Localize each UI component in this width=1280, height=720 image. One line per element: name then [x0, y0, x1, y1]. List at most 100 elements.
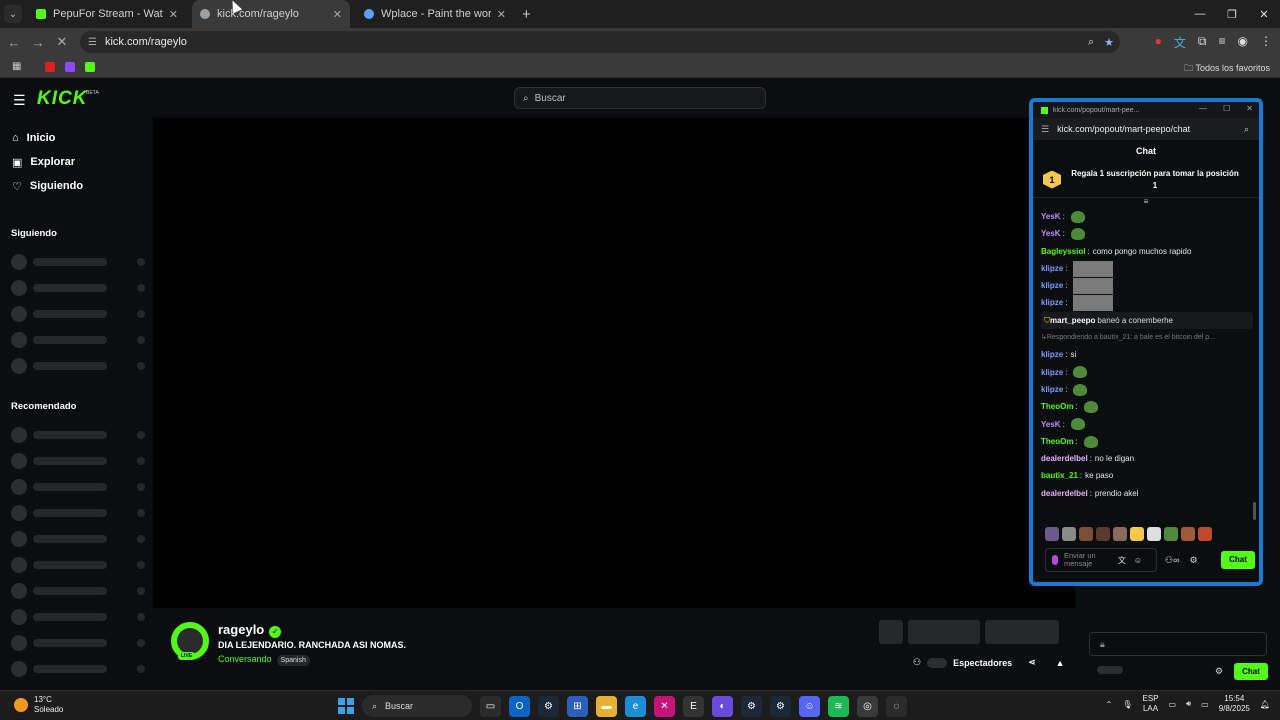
- chat-username[interactable]: klipze: [1041, 277, 1063, 294]
- emote-icon[interactable]: [1113, 527, 1127, 541]
- chat-message[interactable]: klipze:: [1041, 381, 1253, 398]
- blurred-image[interactable]: [1073, 295, 1114, 312]
- nav-following[interactable]: ♡ Siguiendo: [12, 174, 140, 198]
- page-chat-input[interactable]: 🔒︎: [1089, 632, 1267, 656]
- emote-icon[interactable]: [1198, 527, 1212, 541]
- points-infinity-icon[interactable]: ⚇∞: [1165, 555, 1179, 566]
- obs-icon[interactable]: ◌: [886, 695, 907, 717]
- language-indicator[interactable]: ESP LAA: [1143, 694, 1159, 714]
- kick-bookmark-icon[interactable]: [85, 61, 96, 72]
- tab-pepufor[interactable]: PepuFor Stream - Watch Live o ✕: [28, 0, 186, 28]
- popout-url-bar[interactable]: ☰ kick.com/popout/mart-peepo/chat ⌕: [1033, 118, 1259, 140]
- close-window-icon[interactable]: ✕: [1248, 0, 1280, 28]
- search-input[interactable]: ⌕ Buscar: [514, 87, 766, 109]
- epic-games-icon[interactable]: E: [683, 695, 704, 717]
- translate-extension-icon[interactable]: 文: [1174, 34, 1186, 51]
- youtube-bookmark-icon[interactable]: [45, 61, 56, 72]
- maximize-icon[interactable]: ☐: [1223, 104, 1230, 113]
- chrome-icon[interactable]: ◎: [857, 695, 878, 717]
- copilot-icon[interactable]: ◐: [712, 695, 733, 717]
- chat-username[interactable]: TheoOm: [1041, 433, 1073, 450]
- zoom-search-icon[interactable]: ⌕: [1088, 36, 1094, 49]
- chat-message[interactable]: klipze:: [1041, 364, 1253, 381]
- page-chat-button[interactable]: Chat: [1234, 663, 1268, 680]
- store-icon[interactable]: ⊞: [567, 695, 588, 717]
- tab-kick-rageylo[interactable]: kick.com/rageylo ✕: [192, 0, 350, 28]
- file-explorer-icon[interactable]: ▬: [596, 695, 617, 717]
- task-view-icon[interactable]: ▭: [480, 695, 501, 717]
- chat-message[interactable]: bautix_21: ke paso: [1041, 467, 1253, 484]
- chat-message[interactable]: TheoOm:: [1041, 433, 1253, 450]
- chat-message[interactable]: klipze: si: [1041, 346, 1253, 363]
- emote-icon[interactable]: [1096, 527, 1110, 541]
- browser-menu-icon[interactable]: ⋮: [1260, 34, 1272, 51]
- chat-username[interactable]: dealerdelbel: [1041, 450, 1088, 467]
- chat-message[interactable]: YesK:: [1041, 208, 1253, 225]
- nav-home[interactable]: ⌂ Inicio: [12, 126, 140, 150]
- outlook-icon[interactable]: O: [509, 695, 530, 717]
- kick-logo[interactable]: KICK: [37, 88, 87, 110]
- chat-username[interactable]: klipze: [1041, 260, 1063, 277]
- chat-message[interactable]: klipze:: [1041, 260, 1253, 277]
- site-info-icon[interactable]: ☰: [1041, 124, 1049, 135]
- hamburger-menu-icon[interactable]: ☰: [13, 92, 26, 109]
- discord-icon[interactable]: ☺: [799, 695, 820, 717]
- share-icon[interactable]: ⋖: [1028, 657, 1036, 668]
- emote-icon[interactable]: [1147, 527, 1161, 541]
- chat-username[interactable]: TheoOm: [1041, 398, 1073, 415]
- edge-icon[interactable]: e: [625, 695, 646, 717]
- steam-alt-icon[interactable]: ⚙: [770, 695, 791, 717]
- translate-emoji-icons[interactable]: 文☺: [1118, 555, 1150, 566]
- notifications-icon[interactable]: 🔔︎: [1260, 700, 1270, 709]
- minimize-icon[interactable]: —: [1184, 0, 1216, 28]
- taskbar-search[interactable]: ⌕ Buscar: [362, 695, 472, 717]
- gift-leaderboard-banner[interactable]: 1 Regala 1 suscripción para tomar la pos…: [1033, 162, 1259, 198]
- chat-username[interactable]: YesK: [1041, 416, 1061, 433]
- tray-overflow-icon[interactable]: ⌃: [1106, 700, 1113, 709]
- tab-wplace[interactable]: Wplace - Paint the world ✕: [356, 0, 514, 28]
- weather-widget[interactable]: 13°C Soleado: [14, 695, 63, 715]
- tab-search-button[interactable]: ⌄: [4, 5, 22, 23]
- chat-message[interactable]: YesK:: [1041, 416, 1253, 433]
- video-player[interactable]: [153, 118, 1075, 608]
- all-bookmarks-folder[interactable]: 🗀 Todos los favoritos: [1184, 61, 1270, 77]
- stream-category[interactable]: Conversando: [218, 654, 272, 664]
- zoom-search-icon[interactable]: ⌕: [1244, 124, 1249, 135]
- back-icon[interactable]: ←: [2, 35, 26, 50]
- chat-username[interactable]: klipze: [1041, 294, 1063, 311]
- chat-message[interactable]: dealerdelbel: no le digan: [1041, 450, 1253, 467]
- steam-icon[interactable]: ⚙: [538, 695, 559, 717]
- bookmark-star-icon[interactable]: ★: [1104, 36, 1114, 49]
- emote-icon[interactable]: [1130, 527, 1144, 541]
- volume-icon[interactable]: 🔊︎: [1186, 699, 1191, 709]
- chat-message[interactable]: dealerdelbel: prendio akel: [1041, 485, 1253, 502]
- chat-username[interactable]: klipze: [1041, 381, 1063, 398]
- app-pink-icon[interactable]: ✕: [654, 695, 675, 717]
- blurred-image[interactable]: [1073, 277, 1114, 294]
- chat-scrollbar[interactable]: [1253, 502, 1256, 520]
- chat-message[interactable]: klipze:: [1041, 277, 1253, 294]
- chat-username[interactable]: klipze: [1041, 346, 1063, 363]
- nav-explore[interactable]: ▣ Explorar: [12, 150, 140, 174]
- apps-grid-icon[interactable]: ▦: [12, 61, 21, 72]
- minimize-icon[interactable]: —: [1199, 104, 1207, 113]
- emote-icon[interactable]: [1164, 527, 1178, 541]
- message-input[interactable]: Enviar un mensaje 文☺: [1045, 548, 1157, 572]
- send-chat-button[interactable]: Chat: [1221, 551, 1255, 569]
- close-window-icon[interactable]: ✕: [1246, 104, 1253, 113]
- chat-username[interactable]: YesK: [1041, 208, 1061, 225]
- chat-message[interactable]: Bagleyssiol: como pongo muchos rapido: [1041, 243, 1253, 260]
- chat-settings-icon[interactable]: ⚙: [1215, 666, 1223, 677]
- extensions-puzzle-icon[interactable]: ⧉: [1198, 34, 1207, 51]
- collapse-filter-icon[interactable]: ≡: [1033, 198, 1259, 208]
- clock[interactable]: 15:54 9/8/2025: [1219, 694, 1250, 714]
- address-bar[interactable]: ☰ kick.com/rageylo ⌕ ★: [80, 31, 1120, 53]
- chat-message[interactable]: TheoOm:: [1041, 398, 1253, 415]
- settings-gear-icon[interactable]: ⚙: [1189, 555, 1197, 566]
- battery-icon[interactable]: ▭: [1201, 700, 1209, 709]
- chat-username[interactable]: klipze: [1041, 364, 1063, 381]
- restore-icon[interactable]: ❐: [1216, 0, 1248, 28]
- emote-icon[interactable]: [1079, 527, 1093, 541]
- forward-icon[interactable]: →: [26, 35, 50, 50]
- emote-icon[interactable]: [1181, 527, 1195, 541]
